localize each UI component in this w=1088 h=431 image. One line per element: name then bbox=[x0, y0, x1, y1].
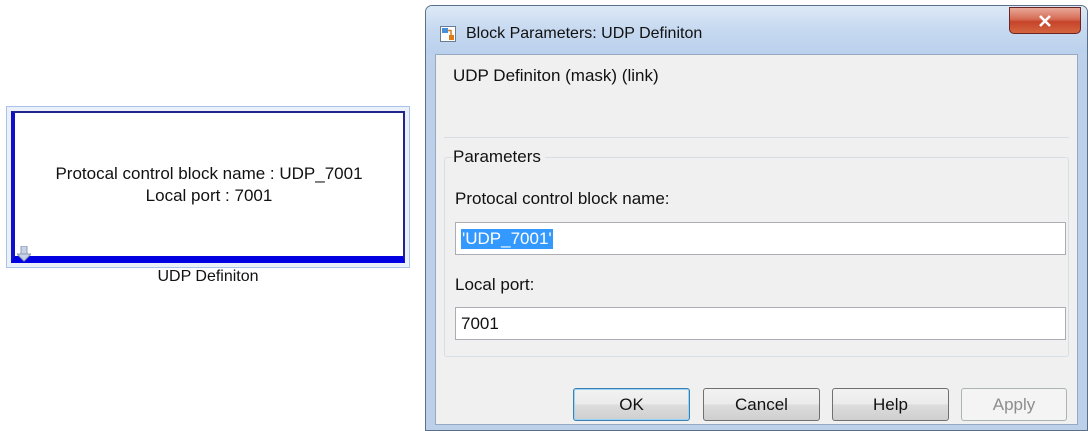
pcb-name-input[interactable]: 'UDP_7001' bbox=[455, 222, 1066, 255]
close-button[interactable] bbox=[1009, 7, 1081, 34]
cancel-button[interactable]: Cancel bbox=[703, 388, 820, 421]
link-arrow-icon bbox=[17, 246, 31, 262]
udp-definition-block-selection[interactable]: Protocal control block name : UDP_7001 L… bbox=[6, 106, 410, 268]
pcb-name-value: 'UDP_7001' bbox=[461, 228, 553, 249]
close-icon bbox=[1039, 14, 1051, 27]
mask-group-divider bbox=[444, 137, 1069, 138]
mask-description-title: UDP Definiton (mask) (link) bbox=[453, 66, 659, 85]
local-port-label: Local port: bbox=[455, 275, 535, 294]
dialog-client-area: UDP Definiton (mask) (link) Parameters P… bbox=[435, 54, 1078, 425]
ok-button[interactable]: OK bbox=[573, 388, 690, 421]
udp-definition-block[interactable]: Protocal control block name : UDP_7001 L… bbox=[11, 111, 405, 263]
block-parameters-dialog: Block Parameters: UDP Definiton UDP Defi… bbox=[425, 5, 1088, 431]
apply-button[interactable]: Apply bbox=[961, 388, 1067, 421]
dialog-titlebar[interactable]: Block Parameters: UDP Definiton bbox=[426, 6, 1087, 54]
pcb-name-label: Protocal control block name: bbox=[455, 189, 670, 208]
block-text-line-2: Local port : 7001 bbox=[145, 185, 273, 205]
local-port-value: 7001 bbox=[461, 313, 499, 333]
block-caption[interactable]: UDP Definiton bbox=[6, 268, 410, 286]
local-port-input[interactable]: 7001 bbox=[455, 307, 1066, 340]
simulink-block-icon bbox=[440, 26, 456, 42]
help-button[interactable]: Help bbox=[832, 388, 949, 421]
parameters-group-label: Parameters bbox=[453, 147, 545, 167]
block-text-line-1: Protocal control block name : UDP_7001 bbox=[55, 163, 363, 183]
dialog-title: Block Parameters: UDP Definiton bbox=[466, 25, 703, 42]
